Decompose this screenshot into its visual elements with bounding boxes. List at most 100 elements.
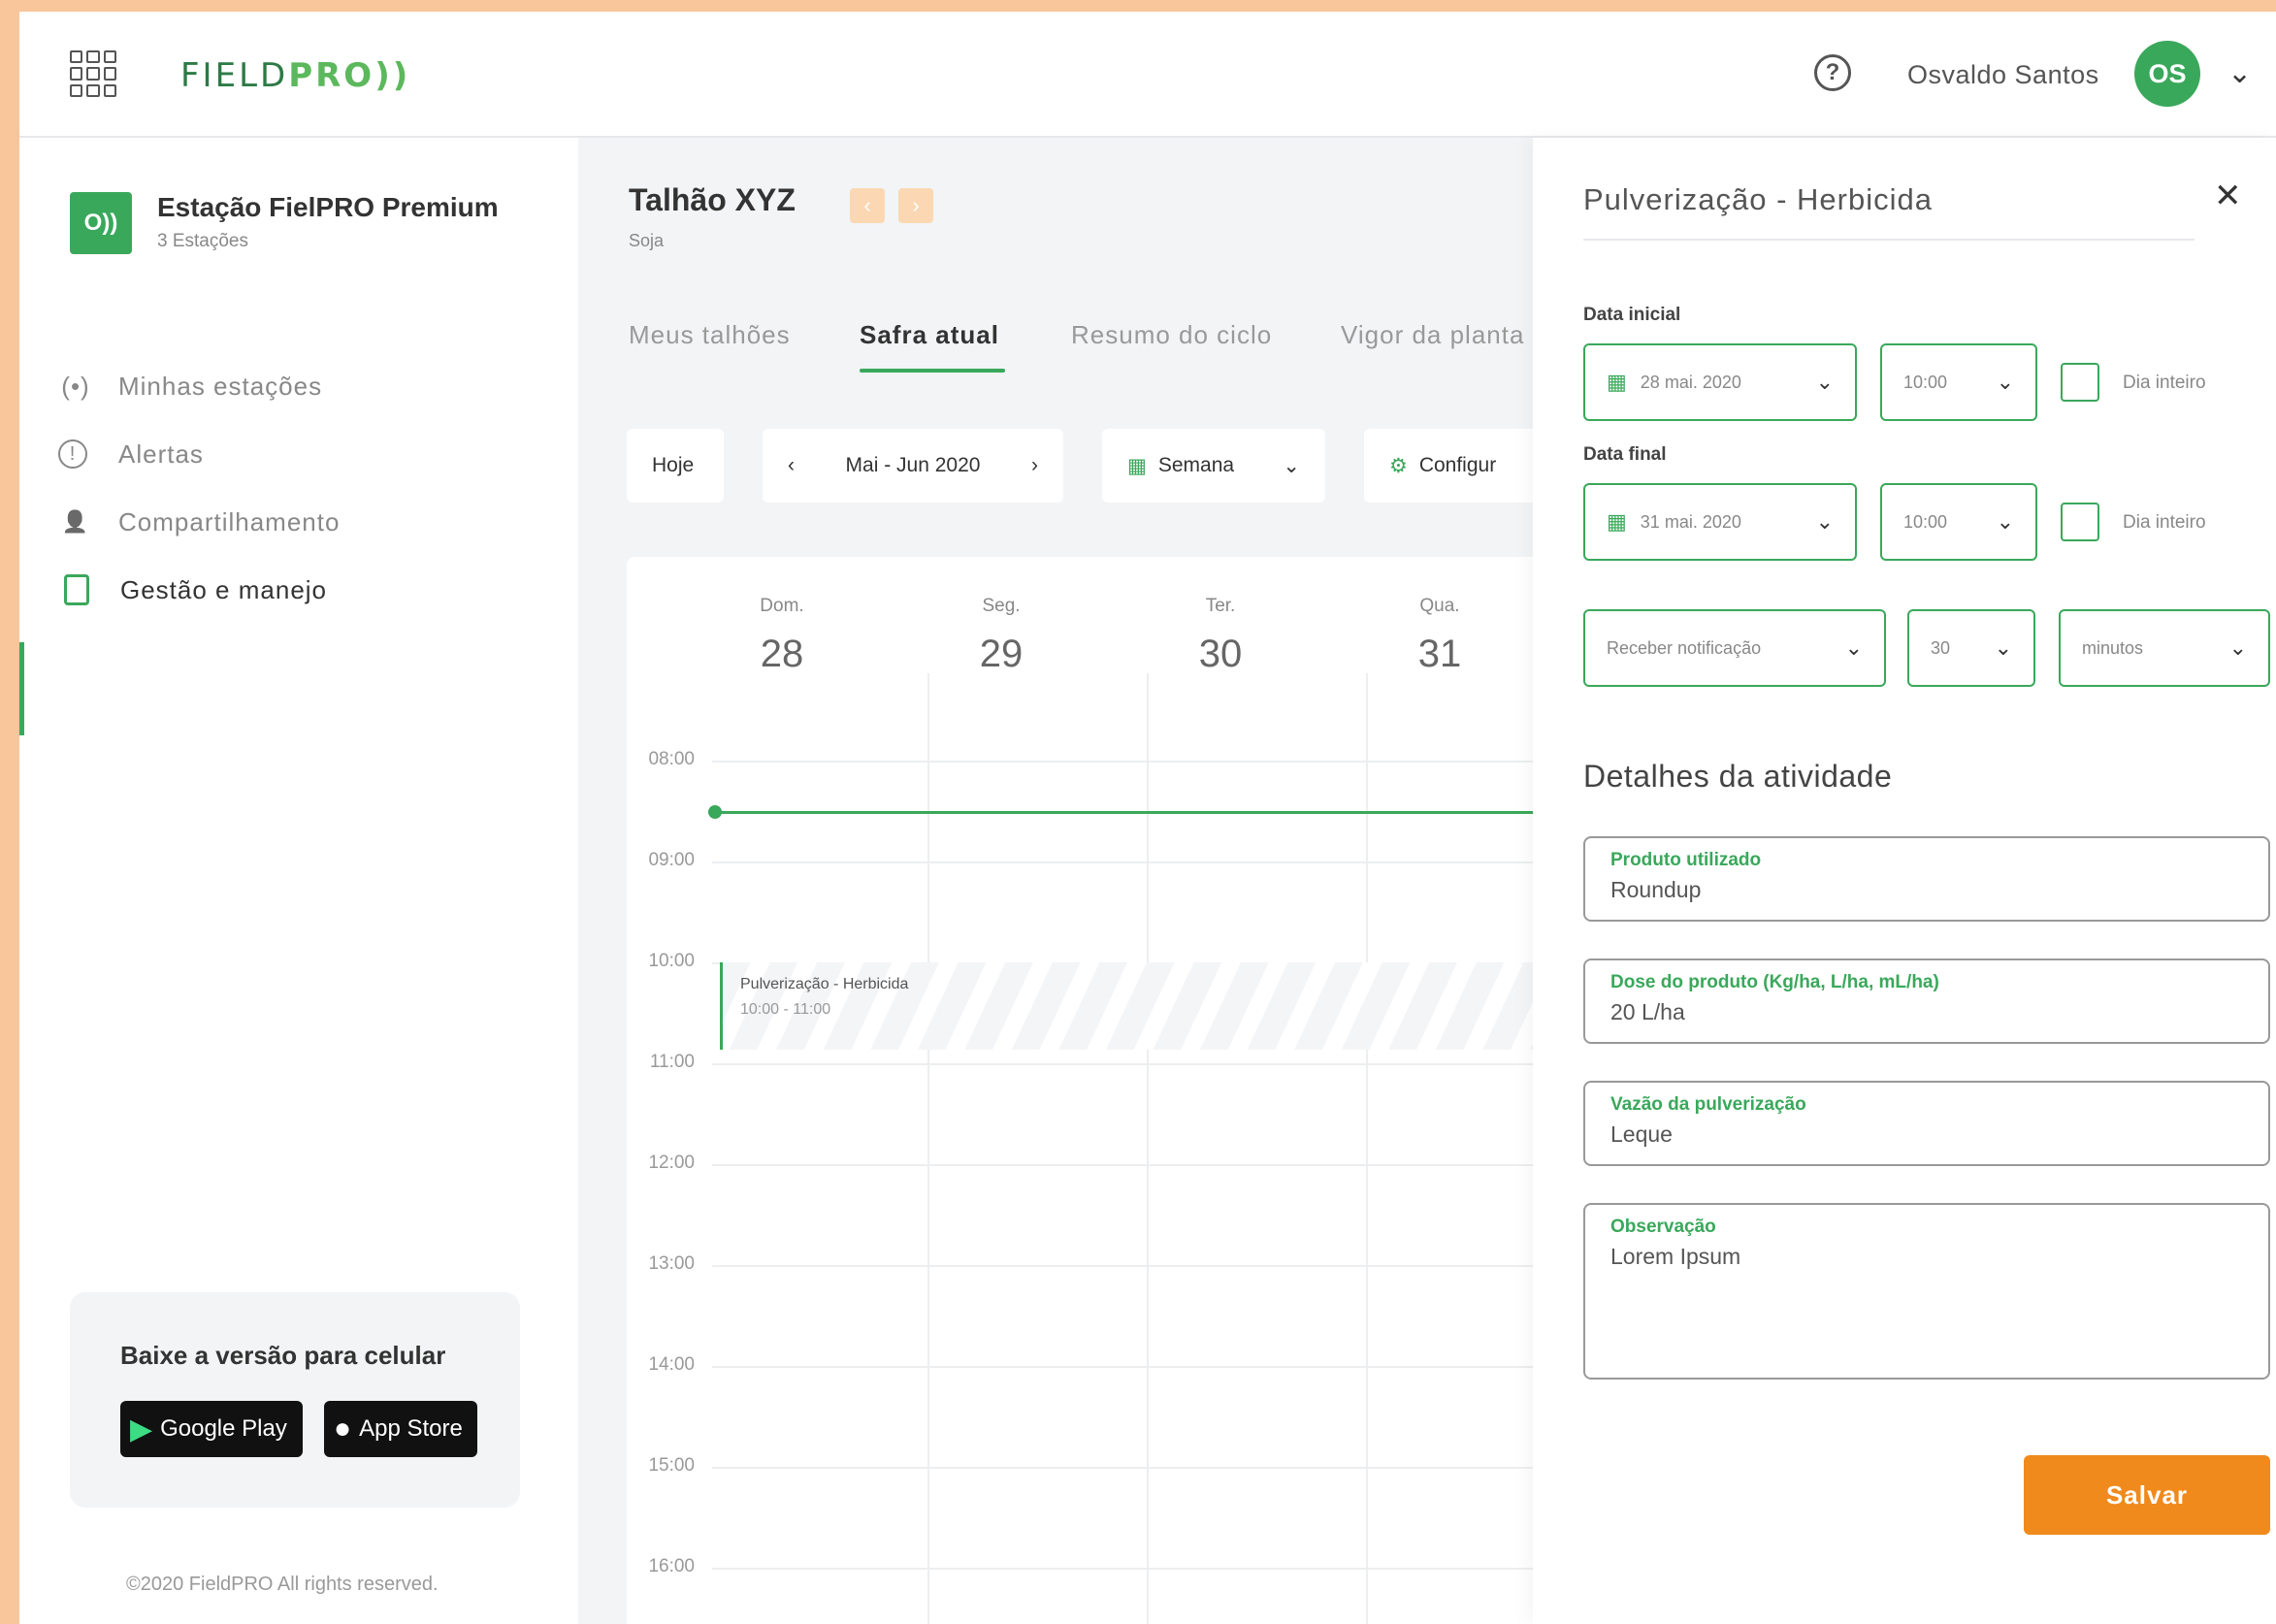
hour-label: 10:00	[648, 951, 695, 971]
next-field-button[interactable]: ›	[898, 188, 933, 223]
prev-field-button[interactable]: ‹	[850, 188, 885, 223]
product-field[interactable]: Produto utilizado Roundup	[1583, 836, 2270, 922]
hour-line	[712, 1568, 1597, 1570]
field-value: 20 L/ha	[1610, 999, 1685, 1024]
hour-label: 16:00	[648, 1556, 695, 1576]
hour-label: 08:00	[648, 749, 695, 769]
calendar-event[interactable]: Pulverização - Herbicida 10:00 - 11:00	[720, 962, 1645, 1050]
chevron-right-icon[interactable]: ›	[1031, 454, 1038, 477]
notification-placeholder: Receber notificação	[1607, 637, 1762, 658]
notification-amount: 30	[1931, 637, 1951, 658]
chevron-down-icon: ⌄	[1815, 370, 1834, 394]
sidebar-item-label: Alertas	[118, 438, 204, 469]
start-all-day-checkbox[interactable]	[2061, 363, 2099, 402]
current-time-dot	[708, 805, 722, 819]
top-bar: FIELDPRO)) ? Osvaldo Santos OS ⌄	[19, 12, 2276, 138]
view-select-label: Semana	[1157, 454, 1235, 476]
play-store-icon: ▶	[130, 1413, 153, 1445]
observation-textarea[interactable]: Observação Lorem Ipsum	[1583, 1203, 2270, 1380]
tab-meus-talhoes[interactable]: Meus talhões	[629, 320, 791, 350]
clipboard-icon	[64, 574, 89, 605]
calendar-icon: ▦	[1127, 454, 1147, 477]
end-all-day-label: Dia inteiro	[2123, 512, 2206, 533]
help-icon[interactable]: ?	[1814, 54, 1851, 91]
day-number: 28	[760, 633, 804, 675]
start-time-select[interactable]: 10:00 ⌄	[1880, 343, 2037, 421]
end-date-picker[interactable]: ▦ 31 mai. 2020 ⌄	[1583, 483, 1857, 561]
share-user-icon: 👤	[61, 509, 90, 534]
end-all-day-checkbox[interactable]	[2061, 503, 2099, 541]
field-label: Vazão da pulverização	[1610, 1094, 1806, 1115]
notification-unit-select[interactable]: minutos ⌄	[2059, 609, 2270, 687]
day-divider	[927, 673, 929, 1624]
date-range-label: Mai - Jun 2020	[845, 454, 981, 476]
tab-vigor-da-planta[interactable]: Vigor da planta	[1341, 320, 1524, 350]
end-time-value: 10:00	[1903, 511, 1948, 532]
app-store-button[interactable]: ● App Store	[324, 1401, 477, 1457]
start-all-day-label: Dia inteiro	[2123, 373, 2206, 393]
sidebar: O)) Estação FielPRO Premium 3 Estações (…	[19, 138, 578, 1624]
title-underline	[1583, 239, 2195, 241]
hour-label: 15:00	[648, 1455, 695, 1476]
spray-flow-field[interactable]: Vazão da pulverização Leque	[1583, 1081, 2270, 1166]
start-date-picker[interactable]: ▦ 28 mai. 2020 ⌄	[1583, 343, 1857, 421]
field-value: Leque	[1610, 1121, 1673, 1147]
configure-button[interactable]: ⚙ Configur	[1364, 429, 1558, 503]
week-calendar: Dom. 28 Seg. 29 Ter. 30 Qua. 31 08:00 09…	[627, 557, 1645, 1624]
logo[interactable]: FIELDPRO))	[180, 56, 410, 95]
calendar-icon: ▦	[1607, 509, 1627, 534]
sidebar-item-compartilhamento[interactable]: 👤 Compartilhamento	[58, 493, 563, 551]
app-store-label: App Store	[359, 1415, 463, 1442]
active-indicator	[19, 642, 24, 735]
hour-line	[712, 1164, 1597, 1166]
user-name[interactable]: Osvaldo Santos	[1907, 60, 2099, 90]
notification-select[interactable]: Receber notificação ⌄	[1583, 609, 1886, 687]
google-play-button[interactable]: ▶ Google Play	[120, 1401, 303, 1457]
notification-amount-select[interactable]: 30 ⌄	[1907, 609, 2035, 687]
sidebar-item-minhas-estacoes[interactable]: (•) Minhas estações	[58, 357, 563, 415]
end-time-select[interactable]: 10:00 ⌄	[1880, 483, 2037, 561]
logo-mark: ))	[374, 56, 411, 95]
tab-safra-atual[interactable]: Safra atual	[860, 320, 999, 350]
sidebar-item-label: Gestão e manejo	[120, 574, 328, 604]
apps-grid-icon[interactable]	[70, 50, 116, 97]
current-time-line	[714, 811, 1645, 814]
sidebar-item-alertas[interactable]: ! Alertas	[58, 425, 563, 483]
avatar[interactable]: OS	[2134, 41, 2200, 107]
hour-line	[712, 861, 1597, 863]
close-icon[interactable]: ✕	[2214, 177, 2242, 215]
chevron-down-icon: ⌄	[2228, 635, 2247, 660]
gear-icon: ⚙	[1389, 454, 1408, 477]
apple-icon: ●	[334, 1413, 352, 1445]
day-number: 29	[979, 633, 1024, 675]
day-name: Qua.	[1419, 596, 1460, 616]
view-select[interactable]: ▦ Semana ⌄	[1102, 429, 1325, 503]
logo-accent: PRO	[288, 56, 375, 95]
hour-line	[712, 1366, 1597, 1368]
hour-line	[712, 1063, 1597, 1065]
day-divider	[1147, 673, 1149, 1624]
panel-title[interactable]: Pulverização - Herbicida	[1583, 182, 1933, 217]
day-name: Dom.	[760, 596, 804, 616]
chevron-down-icon: ⌄	[1996, 370, 2014, 394]
station-icon: O))	[70, 192, 132, 254]
hour-label: 11:00	[649, 1052, 695, 1072]
chevron-down-icon: ⌄	[1994, 635, 2012, 660]
hour-label: 09:00	[648, 850, 695, 870]
hour-line	[712, 1467, 1597, 1469]
chevron-left-icon[interactable]: ‹	[788, 454, 795, 477]
sidebar-item-gestao-manejo[interactable]: Gestão e manejo	[58, 561, 563, 619]
today-button[interactable]: Hoje	[627, 429, 724, 503]
save-button[interactable]: Salvar	[2024, 1455, 2270, 1535]
tab-resumo-do-ciclo[interactable]: Resumo do ciclo	[1071, 320, 1272, 350]
sidebar-item-label: Compartilhamento	[118, 506, 341, 536]
download-app-card: Baixe a versão para celular ▶ Google Pla…	[70, 1292, 520, 1508]
dose-field[interactable]: Dose do produto (Kg/ha, L/ha, mL/ha) 20 …	[1583, 958, 2270, 1044]
app-window: FIELDPRO)) ? Osvaldo Santos OS ⌄ O)) Est…	[19, 12, 2276, 1624]
chevron-down-icon: ⌄	[1996, 509, 2014, 534]
sidebar-item-label: Minhas estações	[118, 371, 323, 401]
hour-label: 12:00	[648, 1153, 695, 1173]
chevron-down-icon[interactable]: ⌄	[2227, 56, 2252, 90]
end-date-value: 31 mai. 2020	[1640, 511, 1741, 532]
station-title[interactable]: Estação FielPRO Premium	[157, 192, 499, 223]
